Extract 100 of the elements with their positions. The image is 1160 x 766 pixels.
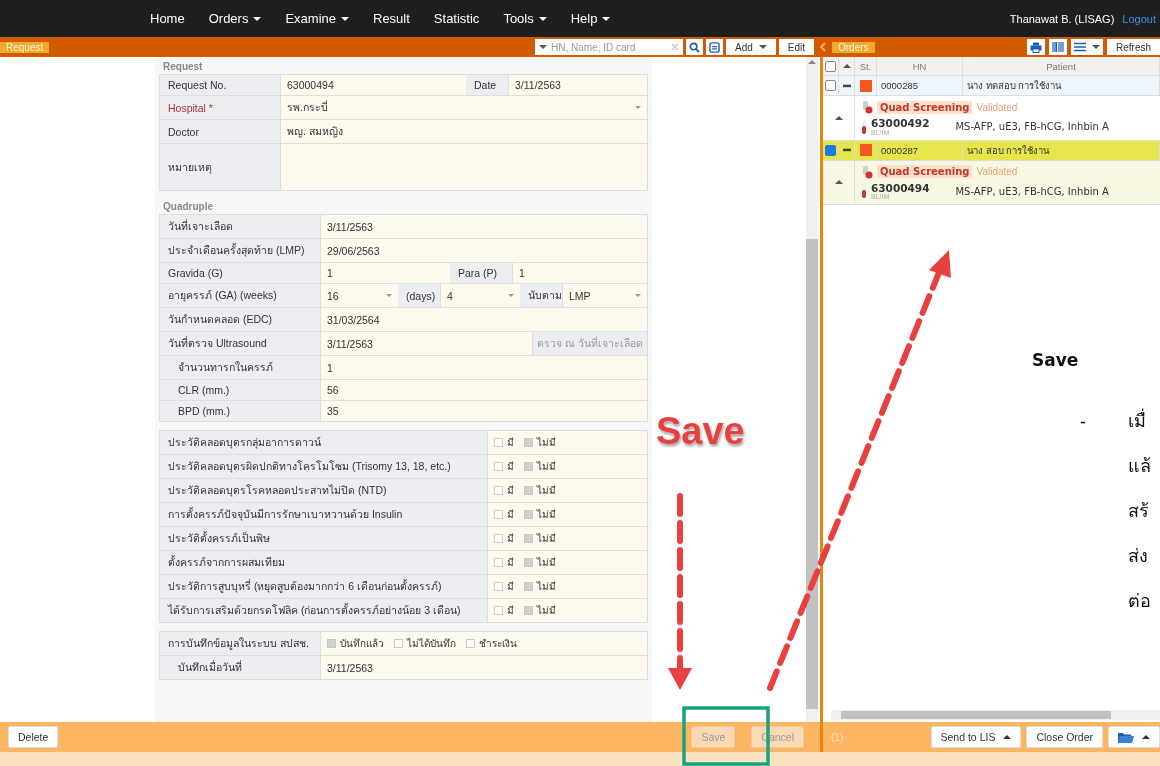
select-all-checkbox[interactable] xyxy=(825,60,836,72)
option-label: มี xyxy=(507,436,514,450)
text-field[interactable]: 3/11/2563 xyxy=(508,75,647,95)
order-row[interactable]: 0000285 นาง ทดสอบ การใช้งาน xyxy=(823,76,1160,96)
status-text: Validated xyxy=(976,101,1018,113)
logout-link[interactable]: Logout xyxy=(1122,12,1156,25)
column-header[interactable]: St. xyxy=(855,57,877,75)
checkbox[interactable] xyxy=(494,582,503,591)
checkbox[interactable] xyxy=(466,639,475,648)
collapse-icon[interactable] xyxy=(842,148,851,152)
checkbox[interactable] xyxy=(524,438,533,447)
menu-button[interactable] xyxy=(1071,39,1103,55)
nav-link[interactable]: Result xyxy=(373,11,410,26)
text-field[interactable]: 63000494 xyxy=(280,75,466,95)
text-area[interactable] xyxy=(280,144,647,190)
order-row[interactable]: 0000287 นาง สอบ การใช้งาน xyxy=(823,140,1160,161)
callout-text: Save xyxy=(656,410,745,453)
test-list: MS-AFP, uE3, FB-hCG, Inhbin A xyxy=(955,185,1109,197)
checkbox[interactable] xyxy=(494,534,503,543)
checkbox[interactable] xyxy=(327,639,336,648)
nav-link[interactable]: Examine xyxy=(285,11,349,26)
text-field[interactable]: พญ. สมหญิง xyxy=(280,120,647,143)
expand-icon[interactable] xyxy=(834,115,843,120)
collapse-icon[interactable] xyxy=(842,83,851,88)
option-label: ไม่มี xyxy=(537,508,556,522)
send-to-lis-button[interactable]: Send to LIS xyxy=(930,726,1022,748)
delete-button[interactable]: Delete xyxy=(8,726,59,748)
option-label: ไม่มี xyxy=(537,604,556,618)
add-button[interactable]: Add xyxy=(725,39,776,55)
checkbox[interactable] xyxy=(524,606,533,615)
row-checkbox[interactable] xyxy=(825,80,836,91)
row-checkbox[interactable] xyxy=(825,144,836,156)
text-field[interactable]: 29/06/2563 xyxy=(320,239,647,262)
nav-link[interactable]: Home xyxy=(150,11,185,26)
select-field[interactable]: LMP xyxy=(562,284,647,307)
checkbox[interactable] xyxy=(394,639,403,648)
folder-button[interactable] xyxy=(1108,726,1160,748)
checkbox[interactable] xyxy=(494,486,503,495)
print-button[interactable] xyxy=(1027,39,1045,55)
nav-link[interactable]: Statistic xyxy=(433,11,480,26)
nav-link[interactable]: Tools xyxy=(503,11,547,26)
option-label: มี xyxy=(507,604,514,618)
barcode-button[interactable] xyxy=(1049,39,1067,55)
select-field[interactable]: รพ.กระบี่ xyxy=(280,96,647,119)
checkbox[interactable] xyxy=(524,462,533,471)
text-field[interactable]: 56 xyxy=(320,380,647,400)
caret-icon xyxy=(635,294,641,297)
text-field[interactable]: 35 xyxy=(320,401,647,421)
column-header[interactable]: Patient xyxy=(963,57,1160,75)
text-field[interactable]: 31/03/2564 xyxy=(320,308,647,331)
checkbox[interactable] xyxy=(494,462,503,471)
status-text: Validated xyxy=(976,166,1018,177)
section-title: Quadruple xyxy=(162,200,214,214)
note-line: สร้ xyxy=(1128,500,1150,523)
expand-icon[interactable] xyxy=(834,180,843,185)
patient-cell: นาง ทดสอบ การใช้งาน xyxy=(963,76,1160,95)
option-label: ไม่มี xyxy=(537,484,556,498)
checkbox[interactable] xyxy=(494,438,503,447)
text-field[interactable]: 1 xyxy=(512,263,647,283)
folder-icon xyxy=(1118,731,1134,743)
request-number[interactable]: 63000494 xyxy=(871,182,930,193)
checkbox[interactable] xyxy=(524,558,533,567)
option-label: บันทึกแล้ว xyxy=(340,637,384,651)
tube-icon xyxy=(861,119,867,134)
select-field[interactable]: 4 xyxy=(440,284,520,307)
id-card-button[interactable] xyxy=(705,39,723,55)
option-label: ไม่มี xyxy=(537,532,556,546)
caret-icon xyxy=(386,294,392,297)
edit-button[interactable]: Edit xyxy=(778,39,814,55)
test-badge: Quad Screening xyxy=(877,100,973,114)
checkbox[interactable] xyxy=(524,534,533,543)
text-field[interactable]: 1 xyxy=(320,263,450,283)
select-field[interactable]: 16 xyxy=(320,284,398,307)
checkbox[interactable] xyxy=(524,582,533,591)
column-header[interactable]: HN xyxy=(877,57,963,75)
option-label: ไม่มี xyxy=(537,556,556,570)
option-label: ไม่มี xyxy=(537,460,556,474)
request-number[interactable]: 63000492 xyxy=(871,118,930,129)
hn-cell: 0000287 xyxy=(877,140,963,160)
refresh-button[interactable]: Refresh xyxy=(1107,39,1160,55)
search-button[interactable] xyxy=(685,39,703,55)
text-field[interactable]: 3/11/2563 xyxy=(320,215,647,238)
option-label: ไม่ได้บันทึก xyxy=(407,637,456,651)
nav-link[interactable]: Help xyxy=(570,11,611,26)
text-field[interactable]: 1 xyxy=(320,356,647,379)
checkbox[interactable] xyxy=(494,606,503,615)
test-icon xyxy=(861,164,873,179)
checkbox[interactable] xyxy=(524,486,533,495)
text-field[interactable]: 3/11/2563 xyxy=(320,332,532,355)
close-order-button[interactable]: Close Order xyxy=(1026,726,1103,748)
scrollbar[interactable] xyxy=(806,57,818,722)
text-field[interactable]: 3/11/2563 xyxy=(320,656,647,679)
checkbox[interactable] xyxy=(494,510,503,519)
scrollbar[interactable] xyxy=(831,710,1160,720)
nav-link[interactable]: Orders xyxy=(208,11,262,26)
option-label: มี xyxy=(507,460,514,474)
note-line: ส่ง xyxy=(1128,545,1149,568)
clear-icon[interactable] xyxy=(670,43,679,51)
checkbox[interactable] xyxy=(524,510,533,519)
checkbox[interactable] xyxy=(494,558,503,567)
